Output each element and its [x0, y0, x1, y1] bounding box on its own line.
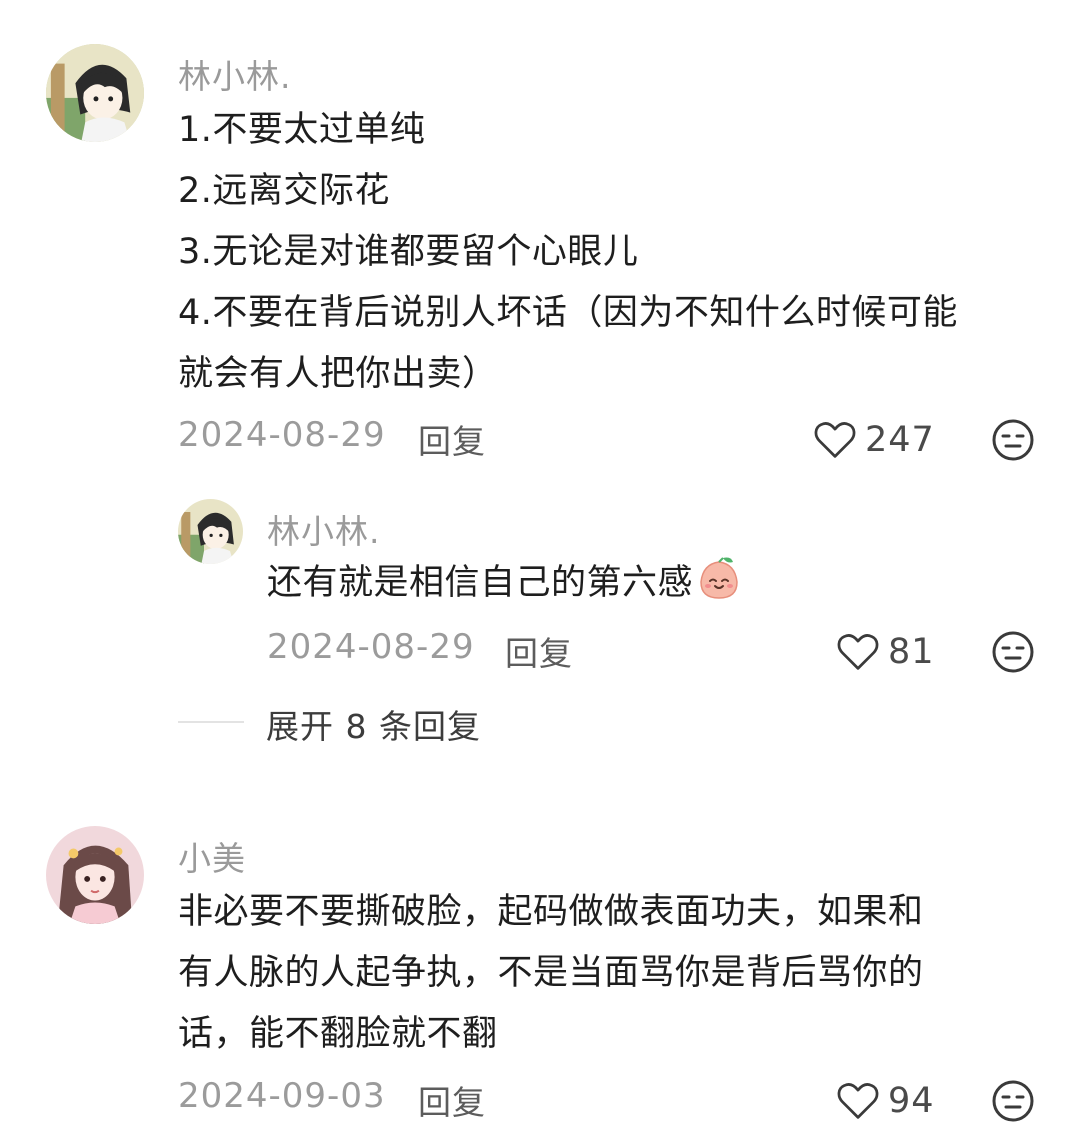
comment-username[interactable]: 林小林. — [178, 50, 292, 98]
comment-text-line: 2.远离交际花 — [178, 171, 390, 211]
reply-avatar[interactable] — [178, 499, 243, 564]
comment-text-line: 1.不要太过单纯 — [178, 110, 426, 150]
dislike-button[interactable] — [991, 418, 1035, 462]
reply-button[interactable]: 回复 — [418, 415, 486, 463]
comment-text-line: 3.无论是对谁都要留个心眼儿 — [178, 232, 639, 272]
avatar[interactable] — [46, 826, 144, 924]
avatar-anime-girl-icon — [46, 826, 144, 924]
comment-text-line: 就会有人把你出卖） — [178, 354, 498, 394]
expand-replies-button[interactable]: 展开 8 条回复 — [266, 700, 481, 748]
comment-text-line: 4.不要在背后说别人坏话（因为不知什么时候可能 — [178, 293, 958, 333]
like-count: 81 — [888, 632, 935, 672]
comment-text-line: 非必要不要撕破脸，起码做做表面功夫，如果和 — [178, 892, 924, 932]
heart-outline-icon — [837, 1083, 879, 1119]
neutral-face-icon — [992, 419, 1034, 461]
heart-outline-icon — [814, 422, 856, 458]
like-button[interactable]: 81 — [836, 627, 935, 677]
neutral-face-icon — [992, 1080, 1034, 1122]
dislike-button[interactable] — [991, 630, 1035, 674]
avatar-anime-boy-icon — [178, 499, 243, 564]
comment-text: 非必要不要撕破脸，起码做做表面功夫，如果和 有人脉的人起争执，不是当面骂你是背后… — [178, 882, 924, 1065]
reply-username[interactable]: 林小林. — [267, 505, 381, 553]
reply-button[interactable]: 回复 — [418, 1076, 486, 1124]
comment-date: 2024-09-03 — [178, 1076, 386, 1116]
like-count: 247 — [865, 420, 935, 460]
neutral-face-icon — [992, 631, 1034, 673]
comment-text-line: 有人脉的人起争执，不是当面骂你是背后骂你的 — [178, 953, 924, 993]
heart-outline-icon — [837, 634, 879, 670]
like-button[interactable]: 247 — [813, 415, 935, 465]
comment-date: 2024-08-29 — [178, 415, 386, 455]
reply-button[interactable]: 回复 — [505, 627, 573, 675]
expand-divider — [178, 721, 244, 723]
comment-text: 1.不要太过单纯 2.远离交际花 3.无论是对谁都要留个心眼儿 4.不要在背后说… — [178, 100, 958, 405]
comment-username[interactable]: 小美 — [178, 832, 246, 880]
like-count: 94 — [888, 1081, 935, 1121]
avatar[interactable] — [46, 44, 144, 142]
peach-smile-emoji-icon — [700, 557, 738, 599]
reply-date: 2024-08-29 — [267, 627, 475, 667]
reply-text: 还有就是相信自己的第六感 — [267, 553, 743, 614]
like-button[interactable]: 94 — [836, 1076, 935, 1126]
avatar-anime-boy-icon — [46, 44, 144, 142]
dislike-button[interactable] — [991, 1079, 1035, 1123]
comment-text-line: 话，能不翻脸就不翻 — [178, 1014, 498, 1054]
reply-text-content: 还有就是相信自己的第六感 — [267, 563, 694, 603]
